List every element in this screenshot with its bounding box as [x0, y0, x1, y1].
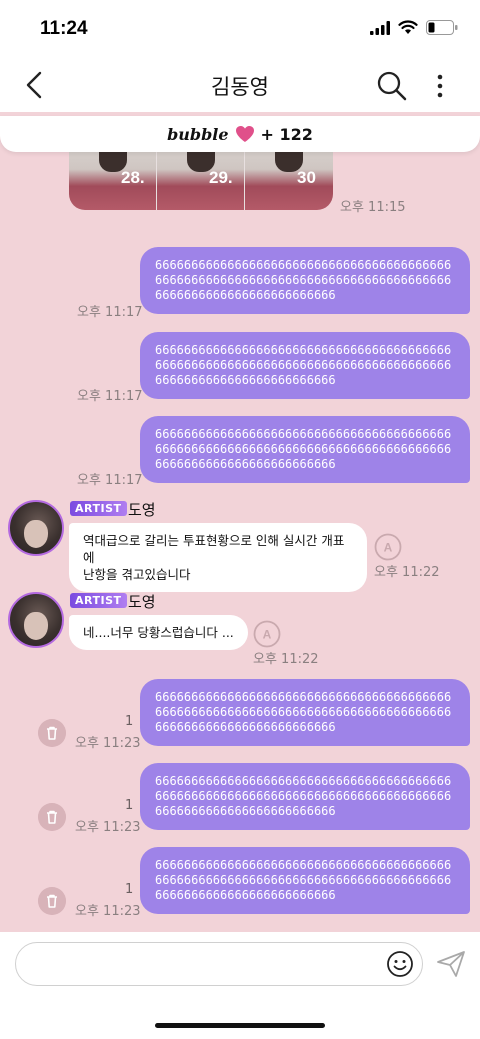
message-time: 오후 11:17 — [77, 473, 143, 488]
emoji-icon[interactable] — [386, 950, 414, 978]
battery-icon — [426, 20, 458, 35]
search-icon[interactable] — [376, 70, 408, 102]
photo-number: 28. — [121, 168, 145, 187]
nav-bar: 김동영 — [0, 60, 480, 112]
input-area — [0, 932, 480, 1039]
cellular-signal-icon — [370, 20, 390, 35]
photo-strip[interactable]: 28. 29. 30 — [69, 142, 333, 210]
home-indicator — [155, 1023, 325, 1028]
photo-thumbnail[interactable]: 29. — [157, 142, 245, 210]
sent-message[interactable]: 6666666666666666666666666666666666666666… — [140, 679, 470, 746]
artist-name: 도영 — [128, 501, 156, 519]
photo-number: 29. — [209, 168, 233, 187]
svg-text:A: A — [263, 628, 272, 642]
message-time: 오후 11:22 — [253, 652, 319, 667]
photo-number: 30 — [297, 168, 316, 187]
trash-icon[interactable] — [38, 803, 66, 831]
trash-icon[interactable] — [38, 719, 66, 747]
sent-message[interactable]: 6666666666666666666666666666666666666666… — [140, 332, 470, 399]
message-text-line: 난항을 겪고있습니다 — [83, 567, 191, 582]
message-time: 오후 11:23 — [75, 904, 141, 919]
message-time: 오후 11:15 — [340, 200, 406, 215]
send-icon[interactable] — [436, 950, 466, 978]
sent-message[interactable]: 6666666666666666666666666666666666666666… — [140, 247, 470, 314]
artist-badge: ARTIST — [70, 501, 127, 516]
sent-message[interactable]: 6666666666666666666666666666666666666666… — [140, 416, 470, 483]
sent-message[interactable]: 6666666666666666666666666666666666666666… — [140, 847, 470, 914]
more-options-icon[interactable] — [430, 70, 450, 102]
chat-area[interactable]: bubble + 122 28. 29. 30 오후 11:15 6666666… — [0, 112, 480, 932]
translate-icon[interactable]: A — [374, 533, 402, 561]
artist-badge: ARTIST — [70, 593, 127, 608]
bubble-logo: bubble — [167, 124, 229, 144]
trash-icon[interactable] — [38, 887, 66, 915]
photo-thumbnail[interactable]: 30 — [245, 142, 333, 210]
svg-text:A: A — [384, 541, 393, 555]
message-input[interactable] — [15, 942, 423, 986]
translate-icon[interactable]: A — [253, 620, 281, 648]
message-time: 오후 11:22 — [374, 565, 440, 580]
artist-avatar[interactable] — [8, 500, 64, 556]
received-message[interactable]: 역대급으로 갈리는 투표현황으로 인해 실시간 개표에 난항을 겪고있습니다 — [69, 523, 367, 592]
heart-icon — [235, 126, 254, 142]
sent-message[interactable]: 6666666666666666666666666666666666666666… — [140, 763, 470, 830]
status-bar: 11:24 — [0, 0, 480, 60]
message-time: 오후 11:23 — [75, 736, 141, 751]
message-time: 오후 11:17 — [77, 305, 143, 320]
message-time: 오후 11:23 — [75, 820, 141, 835]
chat-title: 김동영 — [211, 75, 269, 99]
message-text-line: 역대급으로 갈리는 투표현황으로 인해 실시간 개표에 — [83, 533, 345, 565]
bubble-banner[interactable]: bubble + 122 — [0, 116, 480, 152]
unread-count: 1 — [125, 714, 134, 729]
message-text-line: 네....너무 당황스럽습니다 ... — [83, 625, 234, 640]
bubble-count: + 122 — [260, 124, 313, 144]
artist-name: 도영 — [128, 593, 156, 611]
received-message[interactable]: 네....너무 당황스럽습니다 ... — [69, 615, 248, 650]
unread-count: 1 — [125, 798, 134, 813]
wifi-icon — [398, 20, 418, 34]
status-time: 11:24 — [40, 18, 88, 39]
status-icons — [370, 20, 458, 35]
artist-avatar[interactable] — [8, 592, 64, 648]
message-time: 오후 11:17 — [77, 389, 143, 404]
unread-count: 1 — [125, 882, 134, 897]
photo-thumbnail[interactable]: 28. — [69, 142, 157, 210]
